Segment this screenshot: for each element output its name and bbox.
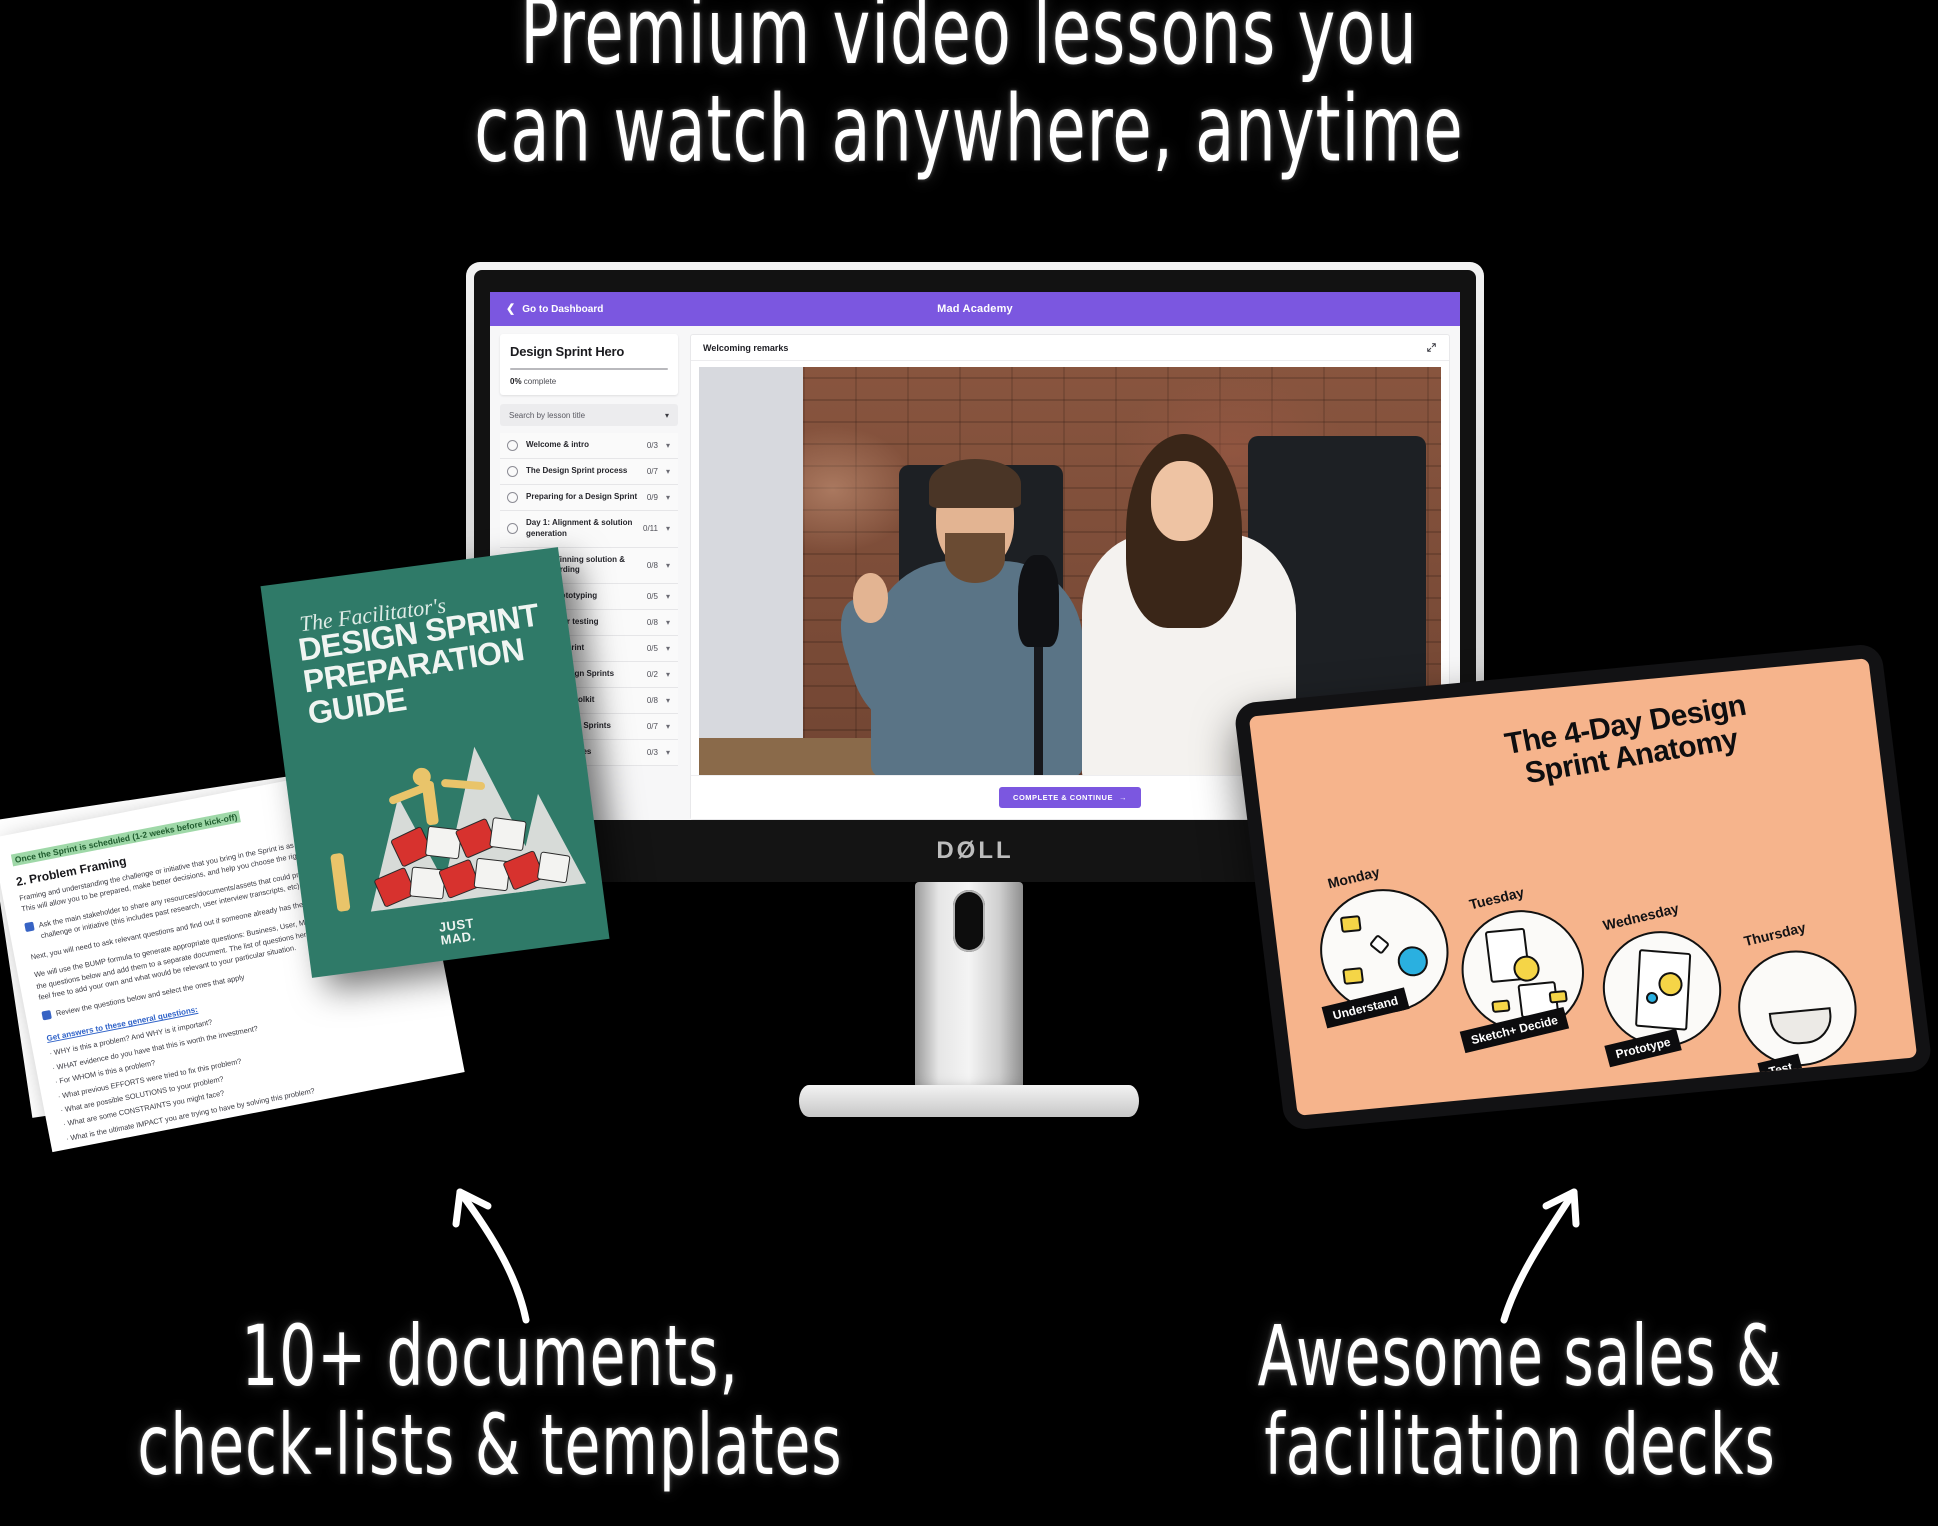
chevron-down-icon[interactable]: ▾: [666, 644, 670, 653]
lesson-complete-circle-icon[interactable]: [507, 466, 518, 477]
caption-documents-line-2: check-lists & templates: [137, 1395, 843, 1494]
go-to-dashboard-link[interactable]: ❮ Go to Dashboard: [506, 302, 604, 315]
lesson-row[interactable]: Preparing for a Design Sprint 0/9 ▾: [500, 485, 678, 511]
search-placeholder: Search by lesson title: [509, 410, 586, 420]
lesson-count: 0/2: [646, 670, 658, 680]
complete-and-continue-button[interactable]: COMPLETE & CONTINUE →: [999, 787, 1141, 808]
chevron-down-icon[interactable]: ▾: [666, 467, 670, 476]
chevron-down-icon[interactable]: ▾: [666, 561, 670, 570]
lesson-header: Welcoming remarks: [691, 335, 1449, 361]
chevron-down-icon[interactable]: ▾: [666, 748, 670, 757]
dell-logo: DØLL: [936, 837, 1014, 864]
chevron-left-icon: ❮: [506, 302, 516, 315]
lesson-name: Day 1: Alignment & solution generation: [526, 518, 633, 538]
day-monday-label: Monday: [1325, 863, 1382, 892]
day-thursday: Thursday Test: [1717, 919, 1901, 1116]
wall-panel: [699, 367, 803, 775]
lesson-count: 0/8: [646, 560, 658, 570]
caption-documents-line-1: 10+ documents,: [241, 1306, 739, 1406]
go-to-dashboard-label: Go to Dashboard: [522, 303, 604, 315]
lesson-count: 0/5: [646, 592, 658, 602]
lesson-count: 0/8: [646, 618, 658, 628]
monitor-stand-base: [799, 1085, 1139, 1117]
page-headline: Premium video lessons you can watch anyw…: [58, 0, 1880, 179]
chevron-down-icon[interactable]: ▾: [666, 618, 670, 627]
lesson-count: 0/7: [646, 722, 658, 732]
app-brand-title: Mad Academy: [937, 303, 1013, 315]
chevron-down-icon[interactable]: ▾: [666, 524, 670, 533]
complete-button-label: COMPLETE & CONTINUE: [1013, 793, 1113, 802]
lesson-complete-circle-icon[interactable]: [507, 440, 518, 451]
headline-line-1: Premium video lessons you: [520, 0, 1418, 87]
tablet-screen[interactable]: The 4-Day Design Sprint Anatomy Monday U…: [1248, 658, 1918, 1116]
day-thursday-stage: Test: [1757, 1053, 1804, 1085]
progress-suffix: complete: [521, 377, 557, 386]
chevron-down-icon[interactable]: ▾: [666, 493, 670, 502]
chevron-down-icon[interactable]: ▾: [666, 696, 670, 705]
lesson-count: 0/11: [643, 524, 658, 534]
monitor-stand-neck: [915, 882, 1023, 1107]
lesson-complete-circle-icon[interactable]: [507, 492, 518, 503]
lesson-count: 0/9: [646, 493, 658, 502]
checkbox-icon: [41, 1009, 52, 1021]
lesson-name: Preparing for a Design Sprint: [526, 492, 638, 502]
chevron-down-icon: ▾: [664, 410, 669, 420]
slide-title: The 4-Day Design Sprint Anatomy: [1402, 673, 1856, 810]
chevron-down-icon[interactable]: ▾: [666, 592, 670, 601]
tablet-shell: The 4-Day Design Sprint Anatomy Monday U…: [1233, 643, 1933, 1131]
caption-documents: 10+ documents, check-lists & templates: [114, 1312, 866, 1489]
course-progress-card: Design Sprint Hero 0% complete: [500, 334, 678, 395]
caption-decks-line-1: Awesome sales &: [1257, 1306, 1783, 1406]
day-wednesday-label: Wednesday: [1601, 899, 1681, 934]
day-thursday-label: Thursday: [1742, 919, 1808, 950]
caption-decks: Awesome sales & facilitation decks: [1144, 1312, 1896, 1489]
day-thursday-bubble: [1731, 945, 1864, 1072]
progress-bar: [510, 368, 668, 370]
app-topbar: ❮ Go to Dashboard Mad Academy: [490, 292, 1460, 326]
course-title: Design Sprint Hero: [510, 344, 625, 359]
expand-arrows-icon[interactable]: [1426, 342, 1437, 353]
microphone: [1018, 554, 1059, 775]
lesson-row[interactable]: The Design Sprint process 0/7 ▾: [500, 459, 678, 485]
promo-composition: Premium video lessons you can watch anyw…: [0, 0, 1938, 1526]
day-tuesday-label: Tuesday: [1467, 883, 1526, 913]
caption-decks-line-2: facilitation decks: [1264, 1395, 1776, 1494]
book-cover-illustration: [298, 694, 590, 918]
headline-line-2: can watch anywhere, anytime: [474, 76, 1464, 184]
tablet-device: The 4-Day Design Sprint Anatomy Monday U…: [1233, 643, 1933, 1131]
chevron-down-icon[interactable]: ▾: [666, 670, 670, 679]
lesson-count: 0/5: [646, 644, 658, 654]
lesson-count: 0/3: [646, 441, 658, 450]
chevron-down-icon[interactable]: ▾: [666, 722, 670, 731]
checkbox-icon: [24, 921, 35, 933]
lesson-count: 0/8: [646, 696, 658, 706]
lesson-row[interactable]: Day 1: Alignment & solution generation 0/…: [500, 511, 678, 548]
arrow-right-icon: →: [1118, 793, 1127, 802]
lesson-name: The Design Sprint process: [526, 466, 628, 476]
chevron-down-icon[interactable]: ▾: [666, 441, 670, 450]
preparation-guide-book: The Facilitator's DESIGN SPRINT PREPARAT…: [260, 547, 610, 978]
progress-percent: 0%: [510, 377, 522, 386]
lesson-count: 0/7: [646, 467, 658, 476]
lesson-name: Welcome & intro: [526, 440, 589, 450]
progress-text: 0% complete: [510, 377, 668, 386]
lesson-complete-circle-icon[interactable]: [507, 523, 518, 535]
lesson-title: Welcoming remarks: [703, 342, 789, 353]
lesson-count: 0/3: [646, 748, 658, 758]
search-input[interactable]: Search by lesson title ▾: [500, 404, 678, 426]
lesson-row[interactable]: Welcome & intro 0/3 ▾: [500, 433, 678, 459]
